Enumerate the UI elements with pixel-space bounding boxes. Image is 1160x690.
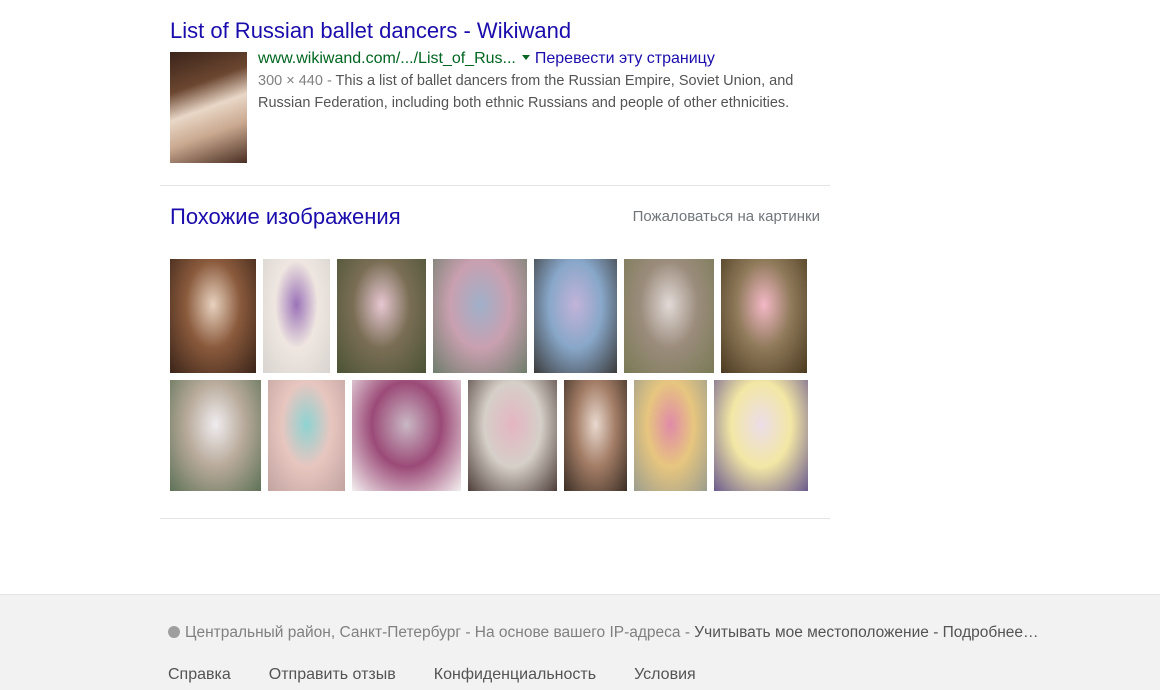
location-dot-icon [168,626,180,638]
ballerina-thumb-10[interactable] [352,380,461,491]
location-line: Центральный район, Санкт-Петербург - На … [168,624,1039,642]
ballerina-thumb-7[interactable] [721,259,807,373]
footer-link-feedback[interactable]: Отправить отзыв [269,666,396,684]
result-title-link[interactable]: List of Russian ballet dancers - Wikiwan… [170,16,830,46]
ballerina-thumb-11[interactable] [468,380,557,491]
dimensions-separator: - [322,73,336,89]
ballerina-thumb-8[interactable] [170,380,261,491]
ballerina-thumb-12[interactable] [564,380,627,491]
use-location-link[interactable]: Учитывать мое местоположение [694,624,929,641]
footer-links: Справка Отправить отзыв Конфиденциальнос… [168,666,696,684]
ballerina-thumb-5[interactable] [534,259,617,373]
url-line: www.wikiwand.com/.../List_of_Rus... Перев… [258,48,828,70]
ballerina-thumb-13[interactable] [634,380,707,491]
report-images-link[interactable]: Пожаловаться на картинки [633,208,820,225]
footer-link-privacy[interactable]: Конфиденциальность [434,666,596,684]
ballerina-thumb-6[interactable] [624,259,714,373]
more-link[interactable]: - Подробнее… [929,624,1038,641]
divider [160,518,830,519]
similar-images-title[interactable]: Похожие изображения [170,202,401,232]
ballerina-thumb-14[interactable] [714,380,808,491]
result-meta: www.wikiwand.com/.../List_of_Rus... Перев… [258,48,828,114]
ballerina-thumb-3[interactable] [337,259,426,373]
ballerina-thumb-2[interactable] [263,259,330,373]
result-snippet: 300 × 440 - This a list of ballet dancer… [258,70,828,114]
result-url: www.wikiwand.com/.../List_of_Rus... [258,50,516,67]
footer-link-terms[interactable]: Условия [634,666,696,684]
image-dimensions: 300 × 440 [258,73,323,89]
location-text: Центральный район, Санкт-Петербург [185,624,462,641]
result-body: www.wikiwand.com/.../List_of_Rus... Перев… [170,48,830,163]
footer-link-help[interactable]: Справка [168,666,231,684]
ballerina-thumb-1[interactable] [170,259,256,373]
ballerina-thumb-4[interactable] [433,259,527,373]
snippet-text: This a list of ballet dancers from the R… [258,73,794,111]
ip-text: - На основе вашего IP-адреса - [461,624,695,641]
result-thumbnail[interactable] [170,52,247,163]
chevron-down-icon[interactable] [521,54,530,60]
footer: Центральный район, Санкт-Петербург - На … [0,594,1160,690]
translate-link[interactable]: Перевести эту страницу [535,50,715,67]
search-result: List of Russian ballet dancers - Wikiwan… [170,16,830,163]
similar-images-row-1 [170,259,807,373]
divider [160,185,830,186]
ballerina-thumb-9[interactable] [268,380,345,491]
similar-images-row-2 [170,380,808,491]
